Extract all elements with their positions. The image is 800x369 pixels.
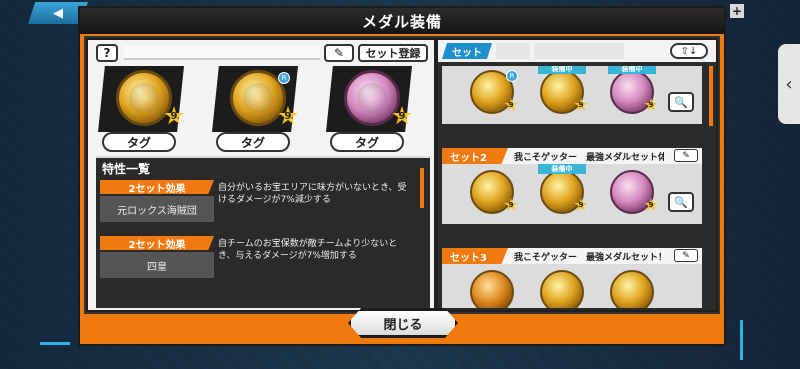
set-card[interactable]: R 9 装備中 9 装備中 9 🔍 (442, 66, 702, 128)
traits-title: 特性一覧 (102, 162, 151, 176)
set-name-field[interactable] (124, 46, 320, 60)
set-list-panel: セット ⇧↓ R 9 装備中 9 装備中 9 🔍 セット2 我こそゲッター 最強… (438, 40, 716, 310)
medal-slot[interactable]: 9 タグ (98, 66, 188, 156)
back-arrow-icon: ◀ (53, 5, 63, 21)
pencil-icon: ✎ (333, 46, 345, 60)
medal-icon (540, 270, 584, 308)
tab-set[interactable]: セット (442, 43, 492, 59)
equipped-tag: 装備中 (608, 66, 656, 74)
zoom-button[interactable]: 🔍 (668, 92, 694, 112)
tag-button[interactable]: タグ (330, 132, 404, 152)
magnifier-icon: 🔍 (674, 95, 688, 109)
set-list-scrollbar[interactable] (709, 66, 713, 126)
medal-icon (470, 270, 514, 308)
sort-arrows-icon: ⇧↓ (680, 45, 698, 57)
medal-icon (540, 170, 584, 214)
side-expand-tab[interactable]: ‹ (778, 44, 800, 124)
traits-list[interactable]: 特性一覧 2セット効果 元ロックス海賊団 自分がいるお宝エリアに味方がいないとき… (96, 156, 430, 308)
set-title: 我こそゲッター 最強メダルセット！攻体 (514, 253, 664, 263)
equipped-tag: 装備中 (538, 66, 586, 74)
set-card-body (442, 264, 702, 308)
tag-button[interactable]: タグ (216, 132, 290, 152)
close-button[interactable]: 閉じる (348, 308, 458, 338)
trait-name: 元ロックス海賊団 (100, 196, 214, 222)
chevron-left-icon: ‹ (785, 73, 793, 95)
dialog-title: メダル装備 (361, 12, 442, 31)
rare-badge-icon: R (506, 70, 518, 82)
medal-icon (610, 270, 654, 308)
trait-row: 2セット効果 四皇 自チームのお宝保数が敵チームより少ないとき、与えるダメージが… (100, 234, 414, 280)
set-number-label: セット2 (442, 148, 508, 164)
pencil-icon: ✎ (682, 150, 690, 161)
set-list-header: セット ⇧↓ (438, 40, 716, 62)
edit-set-button[interactable]: ✎ (674, 149, 698, 162)
set-register-button[interactable]: セット登録 (358, 44, 428, 62)
trait-effect-label: 2セット効果 (100, 180, 214, 194)
medal-icon (470, 170, 514, 214)
sort-button[interactable]: ⇧↓ (670, 43, 708, 59)
magnifier-icon: 🔍 (674, 195, 688, 209)
set-card-header: セット3 我こそゲッター 最強メダルセット！攻体 ✎ (442, 248, 702, 264)
medal-slots: 9 タグ R 9 タグ 9 タグ (98, 66, 428, 156)
edit-set-name-button[interactable]: ✎ (324, 44, 354, 62)
equipped-tag: 装備中 (538, 164, 586, 174)
set-card-header: セット2 我こそゲッター 最強メダルセット体防 ✎ (442, 148, 702, 164)
trait-row: 2セット効果 元ロックス海賊団 自分がいるお宝エリアに味方がいないとき、受けるダ… (100, 178, 414, 224)
set-number-label: セット3 (442, 248, 508, 264)
medal-icon[interactable] (344, 70, 400, 126)
medal-icon (540, 70, 584, 114)
edit-set-button[interactable]: ✎ (674, 249, 698, 262)
zoom-button[interactable]: 🔍 (668, 192, 694, 212)
set-list[interactable]: R 9 装備中 9 装備中 9 🔍 セット2 我こそゲッター 最強メダルセット体… (442, 66, 702, 308)
tab-inactive[interactable] (534, 43, 624, 59)
set-title: 我こそゲッター 最強メダルセット体防 (514, 153, 664, 163)
tab-inactive[interactable] (496, 43, 530, 59)
medal-icon (610, 170, 654, 214)
medal-slot[interactable]: R 9 タグ (212, 66, 302, 156)
plus-icon[interactable]: + (730, 4, 744, 18)
set-card-body: R 9 装備中 9 装備中 9 🔍 (442, 66, 702, 124)
pencil-icon: ✎ (682, 250, 690, 261)
traits-scrollbar[interactable] (420, 168, 424, 208)
decor-line (740, 320, 743, 360)
trait-description: 自分がいるお宝エリアに味方がいないとき、受けるダメージが7%減少する (218, 183, 407, 205)
tag-button[interactable]: タグ (102, 132, 176, 152)
trait-description: 自チームのお宝保数が敵チームより少ないとき、与えるダメージが7%増加する (218, 239, 398, 261)
set-card[interactable]: セット3 我こそゲッター 最強メダルセット！攻体 ✎ (442, 248, 702, 308)
medal-equip-dialog: メダル装備 ? ✎ セット登録 9 タグ R 9 タグ 9 タグ 特性一覧 2セ… (78, 6, 726, 346)
equipped-panel: ? ✎ セット登録 9 タグ R 9 タグ 9 タグ 特性一覧 2セット効果 元… (88, 40, 434, 310)
set-card-body: 9 装備中 9 9 🔍 (442, 164, 702, 224)
dialog-title-bar: メダル装備 (80, 8, 724, 34)
set-card[interactable]: セット2 我こそゲッター 最強メダルセット体防 ✎ 9 装備中 9 9 🔍 (442, 148, 702, 228)
trait-name: 四皇 (100, 252, 214, 278)
medal-icon[interactable] (116, 70, 172, 126)
trait-effect-label: 2セット効果 (100, 236, 214, 250)
rare-badge-icon: R (278, 72, 290, 84)
medal-icon (610, 70, 654, 114)
decor-line (40, 342, 70, 345)
medal-slot[interactable]: 9 タグ (326, 66, 416, 156)
dialog-body: ? ✎ セット登録 9 タグ R 9 タグ 9 タグ 特性一覧 2セット効果 元… (84, 36, 720, 314)
help-button[interactable]: ? (96, 44, 118, 62)
